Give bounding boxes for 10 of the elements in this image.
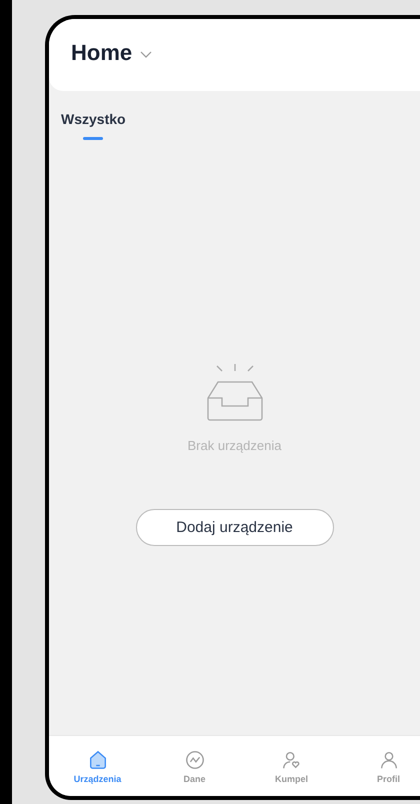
category-tab[interactable]: Wszystko xyxy=(61,111,126,140)
nav-tab[interactable]: Kumpel xyxy=(243,736,340,796)
empty-message: Brak urządzenia xyxy=(188,438,282,453)
add-device-button[interactable]: Dodaj urządzenie xyxy=(136,509,334,546)
chart-circle-icon xyxy=(184,748,206,770)
home-title[interactable]: Home xyxy=(71,39,132,67)
chevron-down-icon[interactable] xyxy=(140,51,152,59)
nav-tab[interactable]: Urządzenia xyxy=(49,736,146,796)
nav-tab[interactable]: Dane xyxy=(146,736,243,796)
nav-tab[interactable]: Profil xyxy=(340,736,420,796)
